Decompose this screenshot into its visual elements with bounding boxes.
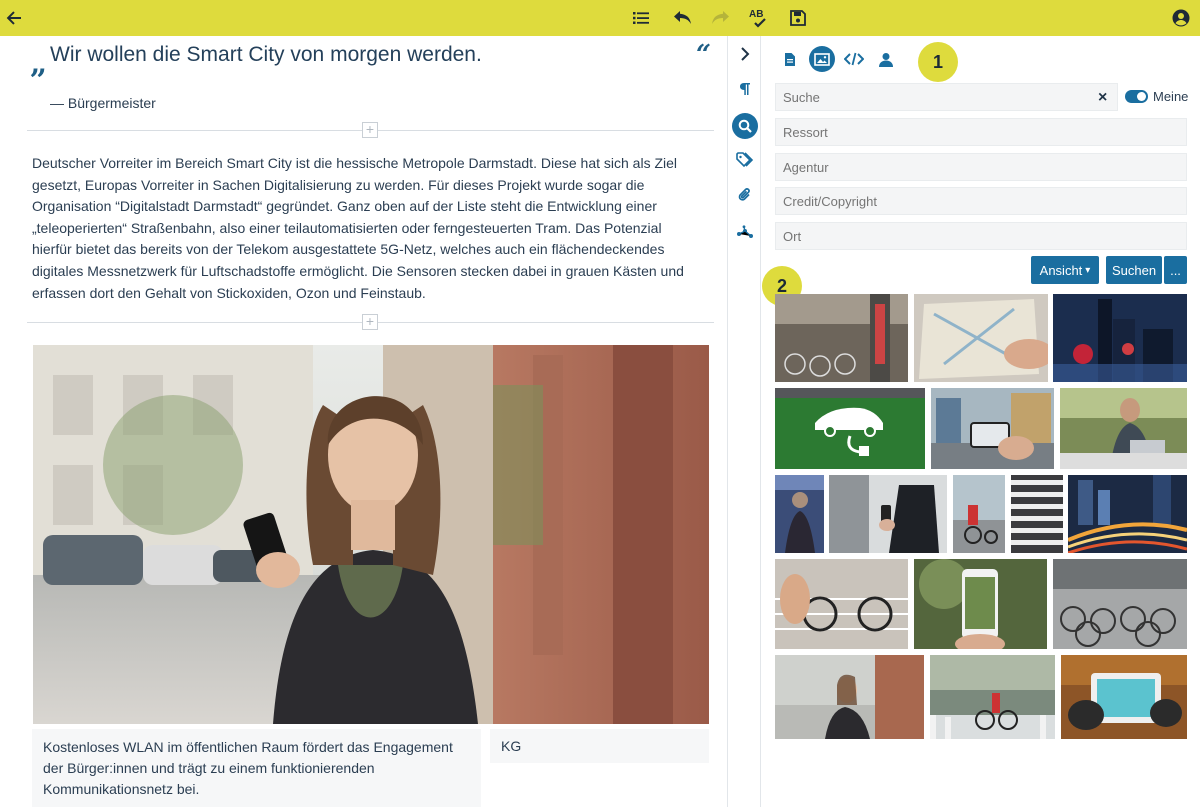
result-image-hands-holding-tablet[interactable] (1061, 655, 1187, 739)
mine-toggle-label: Meine (1153, 89, 1189, 104)
image-icon (814, 52, 830, 66)
result-image-bicycle-near-steps[interactable] (775, 559, 908, 649)
network-icon (737, 225, 753, 238)
document-icon (785, 52, 795, 66)
caption-line: Kostenloses WLAN im öffentlichen Raum fö… (43, 739, 453, 755)
quote-open-mark: „ (30, 46, 48, 81)
view-button-label: Ansicht (1039, 262, 1083, 278)
caption-line: Kommunikationsnetz bei. (43, 781, 200, 797)
ressort-input[interactable] (775, 118, 1187, 146)
redo-button[interactable] (708, 6, 732, 30)
tab-documents[interactable] (777, 46, 803, 72)
save-button[interactable] (786, 6, 810, 30)
search-input[interactable] (775, 83, 1118, 111)
editor-tool-strip (727, 36, 761, 807)
view-dropdown-button[interactable]: Ansicht ▾ (1031, 256, 1099, 284)
save-icon (790, 10, 806, 26)
result-image-electric-car-charging-sign[interactable] (775, 388, 925, 469)
back-button[interactable] (2, 6, 26, 30)
top-toolbar: AB (0, 0, 1200, 36)
article-main-image[interactable] (33, 345, 709, 724)
result-image-cyclists-on-road[interactable] (953, 475, 1005, 553)
ort-input[interactable] (775, 222, 1187, 250)
body-line: Organisation “Digitalstadt Darmstadt“ ge… (32, 198, 657, 215)
result-image-bike-rental-street[interactable] (775, 294, 908, 382)
quote-author[interactable]: — Bürgermeister (50, 95, 156, 111)
structure-list-button[interactable] (629, 6, 653, 30)
image-caption[interactable]: Kostenloses WLAN im öffentlichen Raum fö… (32, 729, 481, 807)
attachments-tool-button[interactable] (732, 182, 758, 208)
result-image-man-with-laptop-outdoor[interactable] (1060, 388, 1187, 469)
body-line: Deutscher Vorreiter im Bereich Smart Cit… (32, 155, 678, 171)
collapse-panel-button[interactable] (732, 41, 758, 67)
result-image-zebra-crossing[interactable] (1011, 475, 1063, 553)
chevron-right-icon (741, 47, 750, 61)
tab-images[interactable] (809, 46, 835, 72)
svg-text:AB: AB (749, 9, 763, 20)
list-icon (633, 12, 649, 24)
credit-copyright-input[interactable] (775, 187, 1187, 215)
account-button[interactable] (1169, 6, 1193, 30)
quote-text[interactable]: Wir wollen die Smart City von morgen wer… (50, 43, 482, 67)
undo-button[interactable] (671, 6, 695, 30)
paperclip-icon (738, 188, 750, 201)
more-options-button[interactable]: ... (1164, 256, 1187, 284)
agentur-input[interactable] (775, 153, 1187, 181)
woman-with-phone-photo (33, 345, 709, 724)
quote-close-mark: “ (696, 40, 711, 70)
result-image-hands-holding-map[interactable] (914, 294, 1048, 382)
article-editor: „ Wir wollen die Smart City von morgen w… (0, 36, 727, 807)
code-icon (844, 52, 864, 66)
body-line: erfassen dort den Gehalt von Stickoxiden… (32, 284, 426, 301)
image-credit[interactable]: KG (490, 729, 709, 763)
undo-icon (674, 11, 691, 24)
tags-tool-button[interactable] (732, 147, 758, 173)
result-image-person-using-phone[interactable] (829, 475, 947, 553)
spellcheck-button[interactable]: AB (747, 6, 771, 30)
clear-search-button[interactable]: × (1098, 89, 1107, 107)
add-block-button[interactable]: + (362, 122, 378, 138)
chevron-down-icon: ▾ (1085, 264, 1091, 276)
add-block-button[interactable]: + (362, 314, 378, 330)
result-image-phone-camera-photo[interactable] (914, 559, 1047, 649)
search-tool-button[interactable] (732, 113, 758, 139)
spellcheck-icon: AB (749, 9, 766, 28)
result-image-city-night-skyline[interactable] (1053, 294, 1187, 382)
paragraph-icon (740, 83, 750, 95)
step-badge-1: 1 (918, 42, 958, 82)
tab-persons[interactable] (873, 46, 899, 72)
user-circle-icon (1172, 9, 1190, 27)
redo-icon (712, 11, 729, 24)
tags-icon (736, 152, 754, 168)
result-image-cyclist-city-street[interactable] (930, 655, 1055, 739)
body-line: gesetzt, Europas Vorreiter in Sachen Dig… (32, 176, 645, 193)
result-image-woman-with-phone[interactable] (775, 655, 924, 739)
result-image-hand-holding-phone-street[interactable] (931, 388, 1054, 469)
media-search-panel: 1 × Meine Ansicht ▾ Suchen ... 2 (761, 36, 1200, 807)
body-line: hierfür bietet das bereits von der Telek… (32, 241, 665, 258)
result-image-highway-light-trails[interactable] (1068, 475, 1187, 553)
body-line: digitales Messnetzwerk für Luftschadstof… (32, 262, 684, 279)
result-image-crowd-at-night[interactable] (775, 475, 824, 553)
result-image-rows-of-bicycles[interactable] (1053, 559, 1187, 649)
person-icon (879, 52, 893, 67)
search-icon (738, 119, 752, 133)
article-body-paragraph[interactable]: Deutscher Vorreiter im Bereich Smart Cit… (32, 153, 702, 304)
tab-embed-code[interactable] (841, 46, 867, 72)
paragraph-tool-button[interactable] (732, 76, 758, 102)
relations-tool-button[interactable] (732, 219, 758, 245)
arrow-left-icon (6, 11, 21, 25)
caption-line: der Bürger:innen und trägt zu einem funk… (43, 760, 375, 776)
search-button[interactable]: Suchen (1106, 256, 1162, 284)
mine-toggle[interactable] (1125, 90, 1148, 103)
body-line: „teleoperierten“ Straßenbahn, also einer… (32, 219, 662, 236)
